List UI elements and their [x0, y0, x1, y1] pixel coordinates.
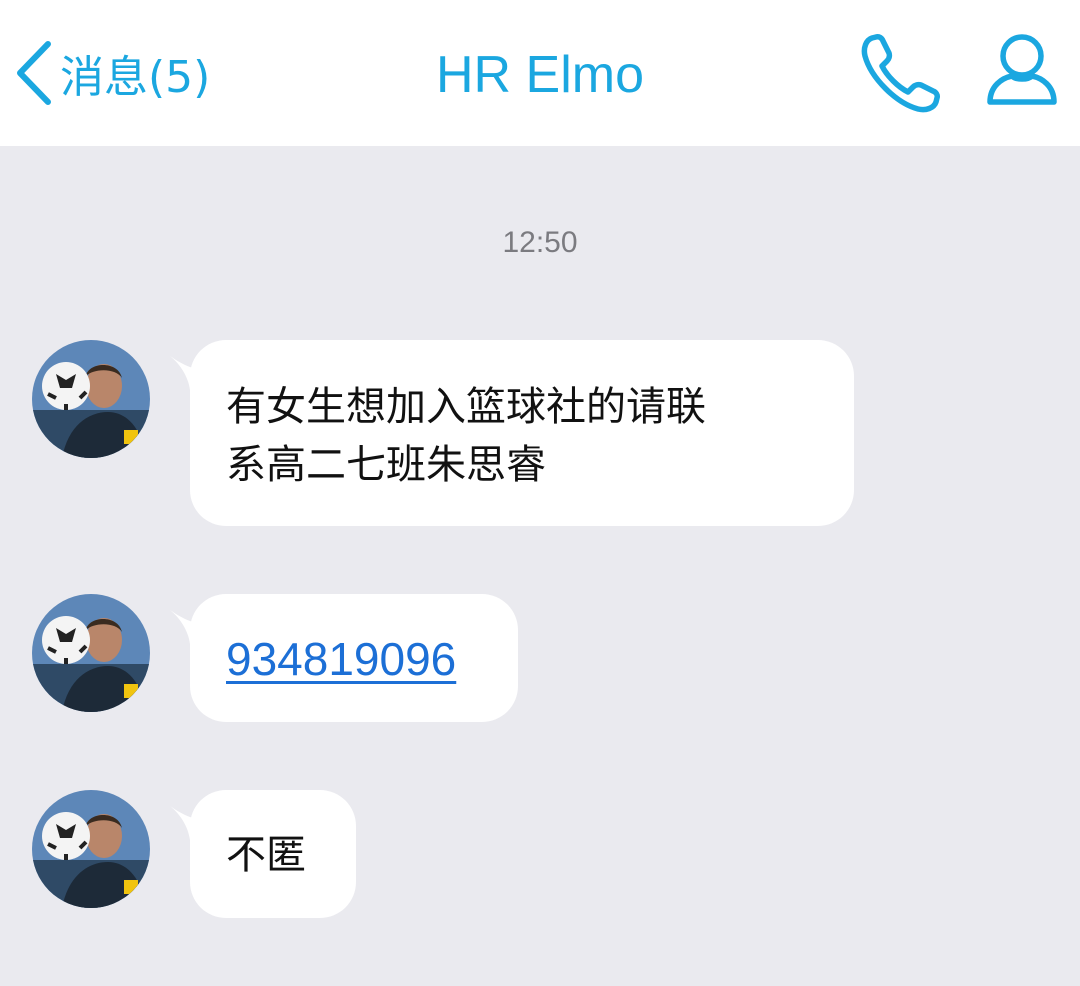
message-text: 有女生想加入篮球社的请联 系高二七班朱思睿	[226, 384, 706, 488]
avatar-image	[32, 340, 150, 458]
contact-avatar[interactable]	[32, 790, 150, 908]
chat-screen: 消息(5) HR Elmo 12:50 有女生想加入篮球社的请联 系高二七班朱思…	[0, 0, 1080, 986]
header-bar: 消息(5) HR Elmo	[0, 0, 1080, 146]
phone-number-link[interactable]: 934819096	[226, 633, 456, 685]
user-icon	[987, 34, 1057, 105]
message-bubble[interactable]: 不匿	[170, 790, 356, 918]
message-bubble[interactable]: 有女生想加入篮球社的请联 系高二七班朱思睿	[170, 340, 854, 526]
bubble-tail	[170, 356, 204, 390]
back-label: 消息(5)	[60, 52, 211, 103]
message-text: 不匿	[226, 832, 306, 878]
phone-icon	[861, 34, 940, 113]
message-bubble[interactable]: 934819096	[170, 594, 518, 722]
avatar-image	[32, 790, 150, 908]
chevron-left-icon	[17, 41, 51, 105]
chat-title: HR Elmo	[435, 46, 645, 104]
message-timestamp: 12:50	[502, 226, 578, 259]
profile-button[interactable]	[982, 30, 1062, 110]
call-button[interactable]	[858, 30, 944, 116]
bubble-tail	[170, 806, 204, 840]
back-button[interactable]: 消息(5)	[14, 38, 210, 108]
bubble-tail	[170, 610, 204, 644]
avatar-image	[32, 594, 150, 712]
contact-avatar[interactable]	[32, 594, 150, 712]
contact-avatar[interactable]	[32, 340, 150, 458]
